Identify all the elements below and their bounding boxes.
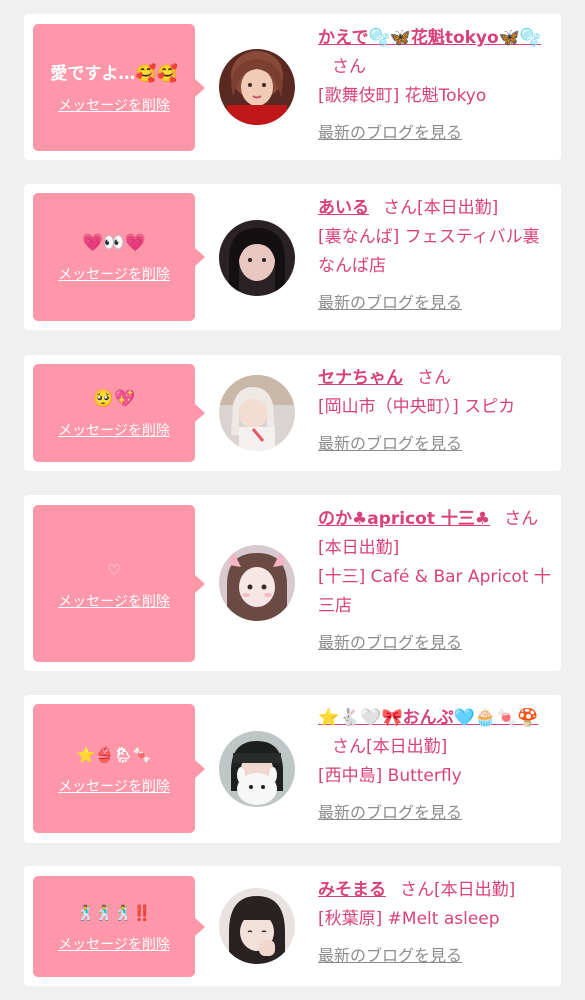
cast-info: あいる さん[本日出勤] [裏なんば] フェスティバル裏なんば店 最新のブログを見… bbox=[318, 194, 556, 317]
cast-name-link[interactable]: かえで🫧🦋花魁tokyo🦋🫧 bbox=[318, 28, 541, 48]
girl-photo-avatar-icon bbox=[219, 375, 295, 451]
shop-label: [西中島] Butterfly bbox=[318, 766, 462, 786]
message-text: ♡ bbox=[107, 560, 121, 579]
message-text: ⭐👙🌦🍬 bbox=[76, 745, 152, 764]
shop-label: [歌舞伎町] 花魁Tokyo bbox=[318, 86, 487, 106]
avatar[interactable] bbox=[219, 49, 295, 125]
cast-info: のか♣apricot 十三♣ さん [本日出勤] [十三] Café & Bar … bbox=[318, 505, 556, 657]
cast-name-link[interactable]: セナちゃん bbox=[318, 368, 403, 388]
delete-message-link[interactable]: メッセージを削除 bbox=[58, 264, 170, 284]
favorite-card: 💗👀💗 メッセージを削除 あいる さん[本日出勤] [裏なんば] フェスティバル裏… bbox=[24, 184, 561, 330]
shop-label: [裏なんば] フェスティバル裏なんば店 bbox=[318, 227, 540, 276]
message-bubble: 愛ですよ…🥰🥰 メッセージを削除 bbox=[33, 24, 205, 151]
delete-message-link[interactable]: メッセージを削除 bbox=[58, 934, 170, 954]
favorite-card: ⭐👙🌦🍬 メッセージを削除 ⭐🐇🤍🎀おんぷ🩵🧁🍬🍄 さん[本日出勤] [西中島] … bbox=[24, 695, 561, 843]
cast-name-link[interactable]: みそまる bbox=[318, 880, 386, 900]
shop-label: [秋葉原] #Melt asleep bbox=[318, 909, 500, 929]
message-text: 💗👀💗 bbox=[82, 233, 146, 253]
honorific-label: さん bbox=[504, 509, 539, 529]
cast-name-link[interactable]: あいる bbox=[318, 198, 369, 218]
message-bubble: ⭐👙🌦🍬 メッセージを削除 bbox=[33, 704, 205, 833]
girl-photo-avatar-icon bbox=[219, 888, 295, 964]
honorific-label: さん bbox=[417, 368, 451, 388]
cast-info: かえで🫧🦋花魁tokyo🦋🫧 さん [歌舞伎町] 花魁Tokyo 最新のブログを見… bbox=[318, 24, 556, 147]
message-text: 🕺🕺🕺‼️ bbox=[76, 903, 152, 922]
honorific-label: さん[本日出勤] bbox=[332, 737, 448, 757]
cast-info: ⭐🐇🤍🎀おんぷ🩵🧁🍬🍄 さん[本日出勤] [西中島] Butterfly 最新のブ… bbox=[318, 704, 556, 827]
cast-name-link[interactable]: ⭐🐇🤍🎀おんぷ🩵🧁🍬🍄 bbox=[318, 708, 538, 728]
avatar[interactable] bbox=[219, 888, 295, 964]
avatar[interactable] bbox=[219, 375, 295, 451]
latest-blog-link[interactable]: 最新のブログを見る bbox=[318, 429, 556, 458]
delete-message-link[interactable]: メッセージを削除 bbox=[58, 591, 170, 611]
girl-photo-avatar-icon bbox=[219, 731, 295, 807]
delete-message-link[interactable]: メッセージを削除 bbox=[58, 95, 170, 115]
favorite-card: 🥺💖 メッセージを削除 セナちゃん さん [岡山市（中央町）] スピカ 最新のブロ… bbox=[24, 355, 561, 471]
message-text: 🥺💖 bbox=[92, 389, 136, 409]
honorific-label: さん bbox=[332, 57, 366, 77]
delete-message-link[interactable]: メッセージを削除 bbox=[58, 776, 170, 796]
message-bubble: 💗👀💗 メッセージを削除 bbox=[33, 193, 205, 321]
avatar[interactable] bbox=[219, 220, 295, 296]
honorific-label: さん[本日出勤] bbox=[383, 198, 499, 218]
girl-photo-avatar-icon bbox=[219, 545, 295, 621]
favorite-card: ♡ メッセージを削除 のか♣apricot 十三♣ さん [本日出勤] [十三] … bbox=[24, 495, 561, 671]
cast-info: みそまる さん[本日出勤] [秋葉原] #Melt asleep 最新のブログを見… bbox=[318, 876, 556, 970]
shop-label: [十三] Café & Bar Apricot 十三店 bbox=[318, 567, 551, 616]
favorite-card: 愛ですよ…🥰🥰 メッセージを削除 かえで🫧🦋花魁tokyo🦋🫧 さん [歌舞伎町]… bbox=[24, 14, 561, 160]
favorite-list: 愛ですよ…🥰🥰 メッセージを削除 かえで🫧🦋花魁tokyo🦋🫧 さん [歌舞伎町]… bbox=[0, 0, 585, 1000]
message-bubble: 🥺💖 メッセージを削除 bbox=[33, 364, 205, 462]
latest-blog-link[interactable]: 最新のブログを見る bbox=[318, 941, 556, 970]
girl-photo-avatar-icon bbox=[219, 49, 295, 125]
message-bubble: 🕺🕺🕺‼️ メッセージを削除 bbox=[33, 876, 205, 977]
latest-blog-link[interactable]: 最新のブログを見る bbox=[318, 798, 556, 827]
shop-label: [岡山市（中央町）] スピカ bbox=[318, 397, 516, 417]
latest-blog-link[interactable]: 最新のブログを見る bbox=[318, 288, 556, 317]
latest-blog-link[interactable]: 最新のブログを見る bbox=[318, 628, 556, 657]
girl-photo-avatar-icon bbox=[219, 220, 295, 296]
honorific-label: さん[本日出勤] bbox=[400, 880, 516, 900]
avatar[interactable] bbox=[219, 545, 295, 621]
cast-name-link[interactable]: のか♣apricot 十三♣ bbox=[318, 509, 490, 529]
status-label: [本日出勤] bbox=[318, 538, 400, 558]
message-bubble: ♡ メッセージを削除 bbox=[33, 505, 205, 662]
message-text: 愛ですよ…🥰🥰 bbox=[50, 63, 178, 84]
favorite-card: 🕺🕺🕺‼️ メッセージを削除 みそまる さん[本日出勤] [秋葉原] #Melt … bbox=[24, 866, 561, 986]
delete-message-link[interactable]: メッセージを削除 bbox=[58, 420, 170, 440]
avatar[interactable] bbox=[219, 731, 295, 807]
latest-blog-link[interactable]: 最新のブログを見る bbox=[318, 118, 556, 147]
cast-info: セナちゃん さん [岡山市（中央町）] スピカ 最新のブログを見る bbox=[318, 364, 556, 458]
